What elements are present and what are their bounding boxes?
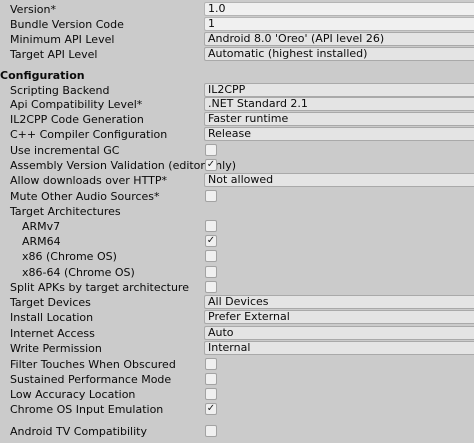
api-compat-label: Api Compatibility Level* [10, 98, 143, 111]
il2cpp-codegen-label: IL2CPP Code Generation [10, 113, 144, 126]
write-permission-row: Write Permission Internal [0, 341, 474, 356]
filter-touches-row: Filter Touches When Obscured [0, 357, 474, 372]
target-devices-row: Target Devices All Devices [0, 295, 474, 310]
write-permission-label: Write Permission [10, 342, 102, 355]
assembly-validation-checkbox[interactable]: ✓ [205, 159, 217, 171]
version-label: Version* [10, 3, 56, 16]
sustained-perf-checkbox[interactable] [205, 373, 217, 385]
cpp-compiler-row: C++ Compiler Configuration Release [0, 127, 474, 142]
x86-row: x86 (Chrome OS) [0, 249, 474, 264]
version-field[interactable]: 1.0 [204, 2, 474, 16]
sustained-perf-label: Sustained Performance Mode [10, 373, 172, 386]
write-permission-dropdown[interactable]: Internal [204, 341, 474, 355]
install-location-dropdown[interactable]: Prefer External [204, 310, 474, 324]
api-compat-dropdown[interactable]: .NET Standard 2.1 [204, 97, 474, 111]
install-location-row: Install Location Prefer External [0, 310, 474, 325]
arm64-label: ARM64 [22, 235, 61, 248]
incremental-gc-checkbox[interactable] [205, 144, 217, 156]
filter-touches-label: Filter Touches When Obscured [10, 358, 176, 371]
api-compat-row: Api Compatibility Level* .NET Standard 2… [0, 97, 474, 112]
assembly-validation-label: Assembly Version Validation (editor only… [10, 159, 236, 172]
il2cpp-codegen-row: IL2CPP Code Generation Faster runtime [0, 112, 474, 127]
target-arch-label: Target Architectures [10, 205, 121, 218]
bundle-version-code-field[interactable]: 1 [204, 17, 474, 31]
cpp-compiler-label: C++ Compiler Configuration [10, 128, 168, 141]
armv7-row: ARMv7 [0, 219, 474, 234]
target-arch-row: Target Architectures [0, 204, 474, 219]
mute-audio-checkbox[interactable] [205, 190, 217, 202]
install-location-label: Install Location [10, 311, 94, 324]
low-accuracy-row: Low Accuracy Location [0, 387, 474, 402]
x86-64-label: x86-64 (Chrome OS) [22, 266, 135, 279]
filter-touches-checkbox[interactable] [205, 358, 217, 370]
version-row: Version* 1.0 [0, 2, 474, 17]
scripting-backend-label: Scripting Backend [10, 84, 110, 97]
cpp-compiler-dropdown[interactable]: Release [204, 127, 474, 141]
scripting-backend-dropdown[interactable]: IL2CPP [204, 83, 474, 97]
min-api-row: Minimum API Level Android 8.0 'Oreo' (AP… [0, 32, 474, 47]
incremental-gc-row: Use incremental GC [0, 143, 474, 158]
x86-checkbox[interactable] [205, 250, 217, 262]
armv7-label: ARMv7 [22, 220, 61, 233]
x86-64-row: x86-64 (Chrome OS) [0, 265, 474, 280]
android-tv-label: Android TV Compatibility [10, 425, 147, 438]
checkmark-icon: ✓ [206, 403, 216, 414]
internet-access-dropdown[interactable]: Auto [204, 326, 474, 340]
x86-label: x86 (Chrome OS) [22, 250, 117, 263]
min-api-dropdown[interactable]: Android 8.0 'Oreo' (API level 26) [204, 32, 474, 46]
allow-http-dropdown[interactable]: Not allowed [204, 173, 474, 187]
internet-access-label: Internet Access [10, 327, 95, 340]
split-apks-checkbox[interactable] [205, 281, 217, 293]
split-apks-label: Split APKs by target architecture [10, 281, 189, 294]
target-devices-dropdown[interactable]: All Devices [204, 295, 474, 309]
target-devices-label: Target Devices [10, 296, 91, 309]
armv7-checkbox[interactable] [205, 220, 217, 232]
arm64-checkbox[interactable]: ✓ [205, 235, 217, 247]
target-api-label: Target API Level [10, 48, 98, 61]
split-apks-row: Split APKs by target architecture [0, 280, 474, 295]
incremental-gc-label: Use incremental GC [10, 144, 120, 157]
android-tv-row: Android TV Compatibility [0, 424, 474, 439]
configuration-header: Configuration [0, 69, 85, 82]
assembly-validation-row: Assembly Version Validation (editor only… [0, 158, 474, 173]
allow-http-row: Allow downloads over HTTP* Not allowed [0, 173, 474, 188]
checkmark-icon: ✓ [206, 159, 216, 170]
internet-access-row: Internet Access Auto [0, 326, 474, 341]
checkmark-icon: ✓ [206, 235, 216, 246]
android-tv-checkbox[interactable] [205, 425, 217, 437]
low-accuracy-label: Low Accuracy Location [10, 388, 136, 401]
sustained-perf-row: Sustained Performance Mode [0, 372, 474, 387]
target-api-dropdown[interactable]: Automatic (highest installed) [204, 47, 474, 61]
chromeos-input-label: Chrome OS Input Emulation [10, 403, 164, 416]
min-api-label: Minimum API Level [10, 33, 115, 46]
scripting-backend-row: Scripting Backend IL2CPP [0, 83, 474, 98]
low-accuracy-checkbox[interactable] [205, 388, 217, 400]
allow-http-label: Allow downloads over HTTP* [10, 174, 167, 187]
x86-64-checkbox[interactable] [205, 266, 217, 278]
bundle-version-code-row: Bundle Version Code 1 [0, 17, 474, 32]
bundle-version-code-label: Bundle Version Code [10, 18, 124, 31]
chromeos-input-row: Chrome OS Input Emulation ✓ [0, 402, 474, 417]
mute-audio-label: Mute Other Audio Sources* [10, 190, 160, 203]
target-api-row: Target API Level Automatic (highest inst… [0, 47, 474, 62]
arm64-row: ARM64 ✓ [0, 234, 474, 249]
il2cpp-codegen-dropdown[interactable]: Faster runtime [204, 112, 474, 126]
chromeos-input-checkbox[interactable]: ✓ [205, 403, 217, 415]
mute-audio-row: Mute Other Audio Sources* [0, 189, 474, 204]
